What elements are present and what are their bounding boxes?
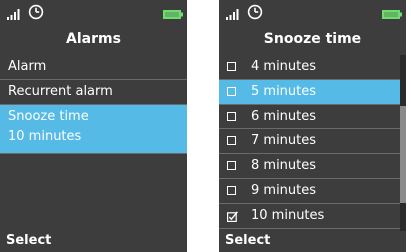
battery-icon bbox=[382, 10, 402, 19]
menu-item-label: Snooze time bbox=[8, 109, 89, 124]
checkbox-icon[interactable] bbox=[227, 185, 236, 195]
menu-item-value: 10 minutes bbox=[8, 129, 82, 144]
option-5-minutes[interactable]: 5 minutes bbox=[219, 79, 400, 105]
menu-item-label: Alarm bbox=[8, 59, 47, 74]
alarms-menu: Alarm Recurrent alarm Snooze time 10 min… bbox=[0, 55, 187, 154]
left-softkey-select[interactable]: Select bbox=[6, 232, 51, 250]
option-label: 9 minutes bbox=[251, 182, 317, 198]
screen-title: Alarms bbox=[66, 31, 121, 47]
clock-icon bbox=[247, 4, 263, 20]
option-label: 4 minutes bbox=[251, 59, 317, 74]
clock-icon bbox=[28, 4, 44, 20]
status-bar bbox=[0, 0, 187, 24]
signal-icon bbox=[226, 9, 239, 20]
status-bar bbox=[219, 0, 406, 24]
option-label: 5 minutes bbox=[251, 83, 317, 99]
option-label: 6 minutes bbox=[251, 108, 317, 124]
checkbox-icon[interactable] bbox=[227, 136, 236, 146]
option-label: 10 minutes bbox=[251, 207, 325, 223]
alarms-screen: Alarms Alarm Recurrent alarm Snooze time… bbox=[0, 0, 187, 252]
option-8-minutes[interactable]: 8 minutes bbox=[219, 154, 400, 179]
signal-icon bbox=[7, 9, 20, 20]
checkbox-icon[interactable] bbox=[227, 161, 236, 171]
option-4-minutes[interactable]: 4 minutes bbox=[219, 55, 400, 80]
checkbox-icon[interactable] bbox=[227, 111, 236, 121]
snooze-time-screen: Snooze time 4 minutes 5 minutes 6 minute… bbox=[219, 0, 406, 252]
scrollbar[interactable] bbox=[400, 55, 406, 231]
scrollbar-thumb[interactable] bbox=[400, 106, 406, 203]
option-9-minutes[interactable]: 9 minutes bbox=[219, 179, 400, 204]
menu-item-alarm[interactable]: Alarm bbox=[0, 55, 187, 80]
option-10-minutes[interactable]: 10 minutes bbox=[219, 204, 400, 229]
option-label: 7 minutes bbox=[251, 133, 317, 149]
option-label: 8 minutes bbox=[251, 158, 317, 174]
checkbox-icon[interactable] bbox=[227, 86, 236, 96]
option-6-minutes[interactable]: 6 minutes bbox=[219, 105, 400, 130]
screen-title: Snooze time bbox=[263, 31, 362, 47]
option-7-minutes[interactable]: 7 minutes bbox=[219, 129, 400, 155]
menu-item-snooze-time[interactable]: Snooze time 10 minutes bbox=[0, 105, 187, 154]
menu-item-label: Recurrent alarm bbox=[8, 84, 113, 99]
menu-item-recurrent-alarm[interactable]: Recurrent alarm bbox=[0, 80, 187, 105]
left-softkey-select[interactable]: Select bbox=[225, 232, 270, 250]
checkbox-icon[interactable] bbox=[227, 62, 236, 71]
snooze-options-list: 4 minutes 5 minutes 6 minutes 7 minutes … bbox=[219, 55, 400, 229]
battery-icon bbox=[163, 10, 183, 19]
checked-checkbox-icon[interactable] bbox=[227, 211, 238, 222]
